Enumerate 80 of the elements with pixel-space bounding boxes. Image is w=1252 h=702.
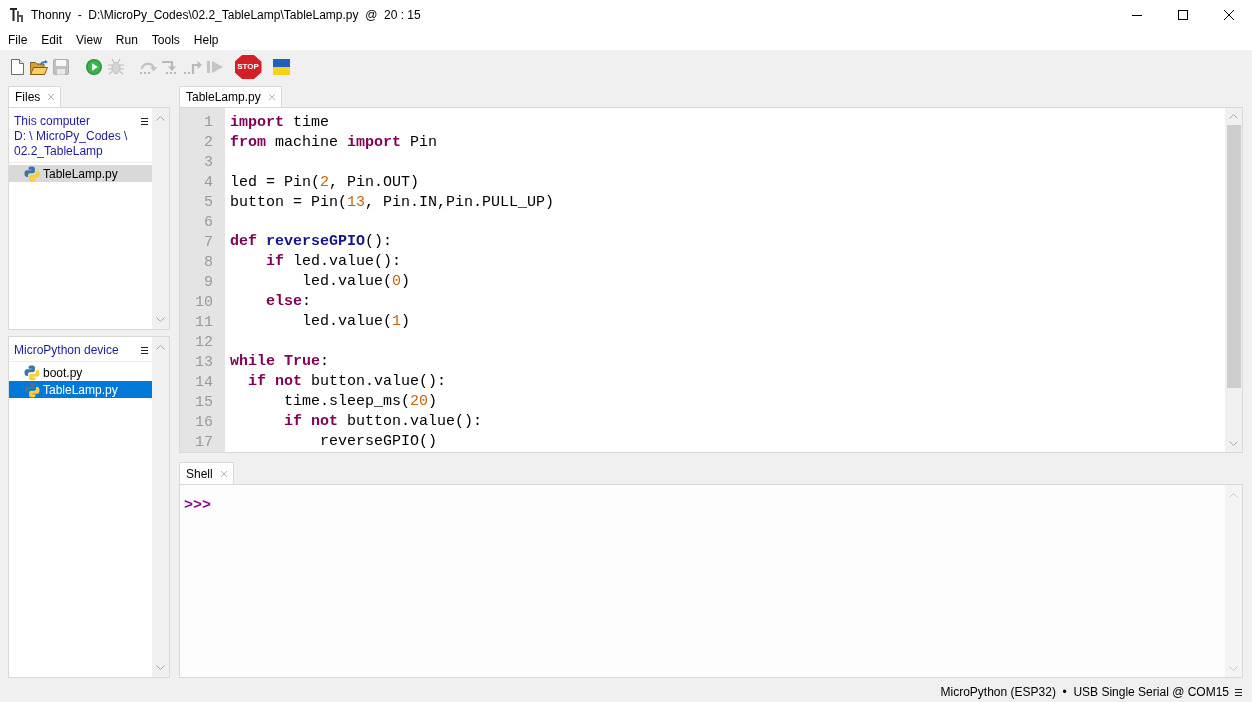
close-icon[interactable] [1224,10,1234,20]
scroll-down-icon[interactable] [1229,666,1238,671]
menu-item[interactable]: Tools [151,33,180,47]
menu-item[interactable]: File [8,33,28,47]
shell-prompt: >>> [184,496,211,516]
line-number: 9 [204,273,213,293]
line-number: 15 [195,393,213,413]
scrollbar[interactable] [1225,108,1242,452]
line-number: 3 [204,153,213,173]
code-editor[interactable] [179,107,1243,453]
tab[interactable]: TableLamp.py [179,86,282,107]
scroll-down-icon[interactable] [156,665,165,670]
code-line: while True: [230,352,330,372]
code-line: def reverseGPIO(): [230,232,393,253]
line-number: 4 [204,173,213,193]
menu-item[interactable]: Edit [41,33,63,47]
line-number: 17 [195,433,213,453]
file-icon [24,381,40,398]
line-number: 5 [204,193,213,213]
new-file-icon[interactable] [10,59,24,75]
tree-item[interactable]: boot.py [24,364,83,381]
menu-icon[interactable] [141,347,148,354]
line-number: 16 [195,413,213,433]
scrollbar[interactable] [152,108,169,329]
line-number: 2 [204,133,213,153]
app-icon [10,8,23,22]
flag-icon[interactable] [272,59,290,75]
line-number: 10 [195,293,213,313]
shell-console[interactable]: >>> [179,484,1243,678]
location-link[interactable]: MicroPython device [14,343,119,358]
scroll-down-icon[interactable] [1229,441,1238,446]
scrollbar[interactable] [1225,485,1242,677]
line-number: 11 [195,313,213,333]
menu-icon[interactable] [1235,688,1242,696]
file-icon [24,364,40,381]
line-number: 7 [204,233,213,253]
code-line: if led.value(): [266,252,402,273]
scroll-up-icon[interactable] [156,345,165,350]
code-line: else: [266,292,312,313]
line-number: 1 [204,113,213,133]
code-line: import time [230,113,330,133]
tree-item[interactable]: TableLamp.py [9,381,152,398]
line-number: 12 [195,333,213,353]
scroll-up-icon[interactable] [1229,114,1238,119]
window-title: Thonny - D:\MicroPy_Codes\02.2_TableLamp\TableLamp.py @ 20 : 15 [31,7,421,24]
location-link[interactable]: D: \ MicroPy_Codes \ [14,129,128,144]
maximize-icon[interactable] [1178,10,1188,20]
tab[interactable]: Files [8,86,62,107]
tree-item[interactable]: TableLamp.py [9,165,152,182]
location-link[interactable]: This computer [14,114,91,129]
code-line: if not button.value(): [248,372,447,392]
code-line: led.value(0) [302,272,411,293]
menu-item[interactable]: Help [193,33,219,47]
menu-item[interactable]: Run [115,33,138,47]
code-line: button = Pin(13, Pin.IN,Pin.PULL_UP) [230,192,555,213]
code-line: led.value(1) [302,312,411,333]
menu-icon[interactable] [141,118,148,125]
scroll-up-icon[interactable] [1229,493,1238,498]
file-icon [24,165,40,182]
scroll-up-icon[interactable] [156,116,165,121]
tab[interactable]: Shell [179,462,234,484]
location-link[interactable]: 02.2_TableLamp [14,144,103,159]
line-number: 6 [204,213,213,233]
scrollbar[interactable] [152,337,169,677]
code-line: from machine import Pin [230,133,438,153]
stop-button[interactable]: STOP [234,55,262,79]
code-line: reverseGPIO() [320,432,438,452]
menu-item[interactable]: View [76,33,102,47]
scroll-down-icon[interactable] [156,317,165,322]
run-icon[interactable] [86,59,102,75]
code-line: led = Pin(2, Pin.OUT) [230,172,420,193]
connection-status[interactable]: MicroPython (ESP32) • USB Single Serial @ COM15 [940,683,1229,701]
line-number: 13 [195,353,213,373]
code-line: time.sleep_ms(20) [284,392,438,412]
minimize-icon[interactable] [1132,14,1142,16]
code-line: if not button.value(): [284,412,483,432]
line-number: 14 [195,373,213,393]
line-number: 8 [204,253,213,273]
open-folder-icon[interactable] [30,59,48,75]
scrollbar-thumb[interactable] [1226,125,1241,388]
